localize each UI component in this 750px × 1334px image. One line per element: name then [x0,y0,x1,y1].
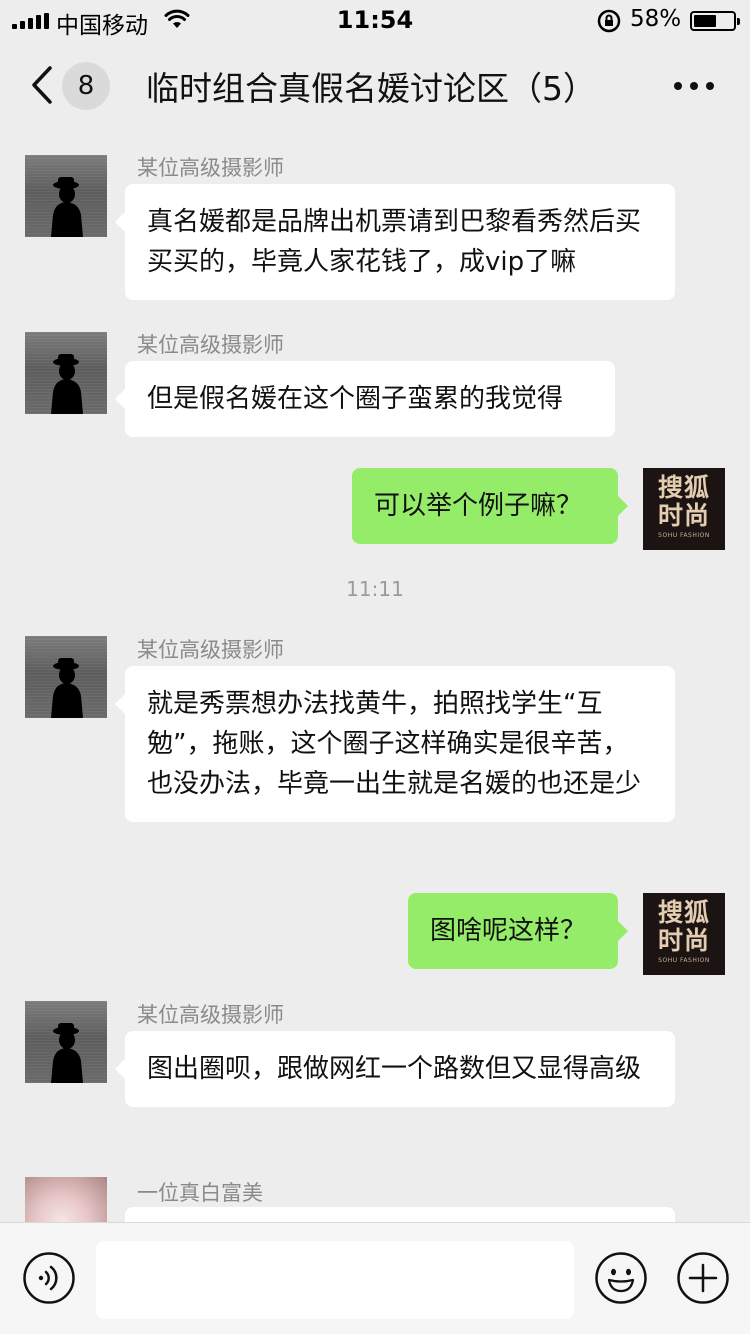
plus-icon [677,1252,729,1304]
message-bubble[interactable]: 图啥呢这样？ [408,893,628,969]
silhouette-avatar-icon [51,177,83,237]
silhouette-avatar-icon [51,658,83,718]
avatar[interactable] [25,332,107,414]
chat-title: 临时组合真假名媛讨论区（5） [146,69,596,108]
message-bubble[interactable]: 真名媛都是品牌出机票请到巴黎看秀然后买买买的，毕竟人家花钱了，成vip了嘛 [115,184,675,300]
voice-button[interactable] [22,1251,76,1305]
more-button[interactable] [664,60,724,110]
sender-name: 某位高级摄影师 [137,638,284,662]
message-input[interactable] [96,1241,574,1319]
unread-count-badge: 8 [62,62,110,110]
avatar[interactable] [25,155,107,237]
sender-name: 某位高级摄影师 [137,1003,284,1027]
brand-logo-text: 搜狐 时尚 [657,898,710,955]
brand-logo-text: 搜狐 时尚 [657,473,710,530]
voice-icon [23,1252,75,1304]
emoji-button[interactable] [594,1251,648,1305]
rotation-lock-icon [596,9,622,39]
message-bubble[interactable]: 可以举个例子嘛？ [352,468,628,544]
nav-bar: 8 临时组合真假名媛讨论区（5） [0,40,750,128]
back-button[interactable]: 8 [22,58,122,112]
sender-name: 某位高级摄影师 [137,333,284,357]
avatar[interactable]: 搜狐 时尚 SOHU FASHION [643,468,725,550]
more-dots-icon [674,82,682,90]
input-bar [0,1222,750,1334]
battery-icon [690,11,740,31]
silhouette-avatar-icon [51,354,83,414]
sender-name: 一位真白富美 [137,1181,263,1205]
message-bubble[interactable]: 就是秀票想办法找黄牛，拍照找学生“互勉”，拖账，这个圈子这样确实是很辛苦，也没办… [115,666,675,822]
emoji-icon [595,1252,647,1304]
brand-logo-subtext: SOHU FASHION [658,532,710,539]
plus-button[interactable] [676,1251,730,1305]
message-bubble[interactable]: 但是假名媛在这个圈子蛮累的我觉得 [115,361,615,437]
message-bubble[interactable]: 图出圈呗，跟做网红一个路数但又显得高级 [115,1031,675,1107]
battery-percent: 58% [630,6,682,32]
avatar[interactable]: 搜狐 时尚 SOHU FASHION [643,893,725,975]
sender-name: 某位高级摄影师 [137,156,284,180]
status-bar: 中国移动 11:54 58% [0,0,750,40]
avatar[interactable] [25,636,107,718]
silhouette-avatar-icon [51,1023,83,1083]
timestamp: 11:11 [346,577,404,601]
chevron-left-icon [32,66,52,104]
brand-logo-subtext: SOHU FASHION [658,957,710,964]
avatar[interactable] [25,1001,107,1083]
